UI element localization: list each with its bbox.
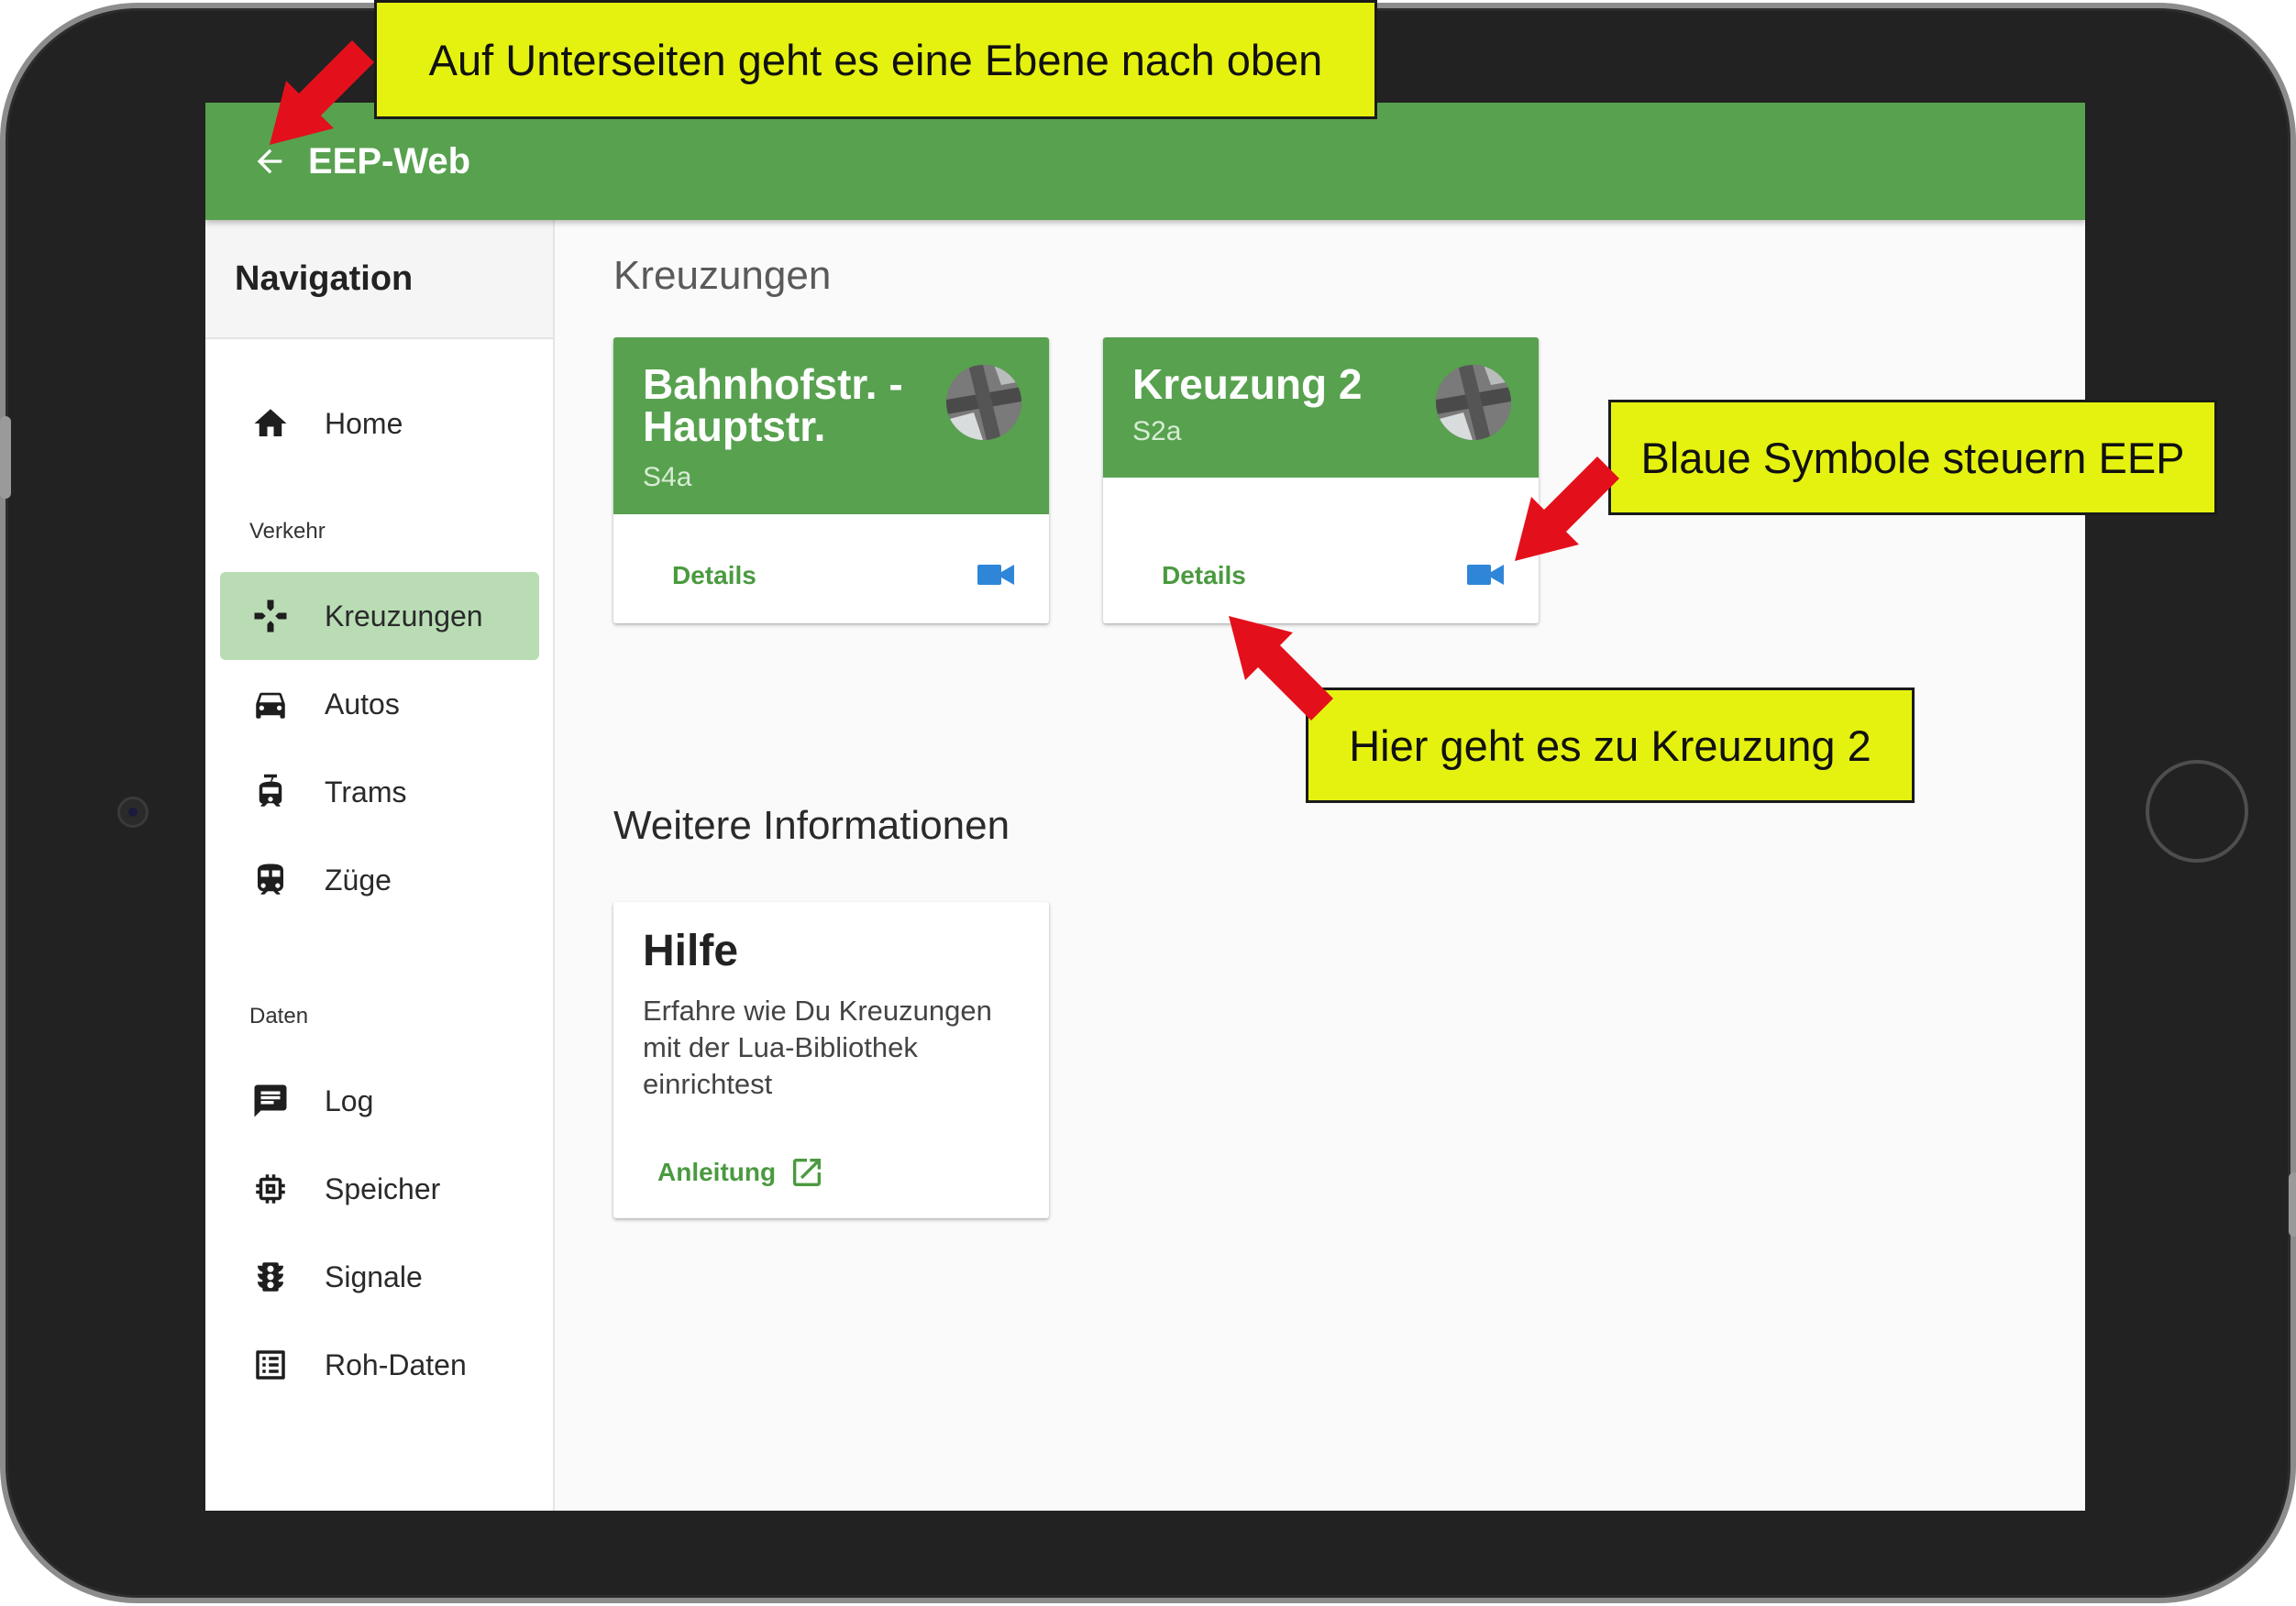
sidebar-item-roh-daten[interactable]: Roh-Daten bbox=[220, 1321, 539, 1409]
video-camera-icon[interactable] bbox=[977, 563, 1014, 587]
help-text: Erfahre wie Du Kreuzungen mit der Lua-Bi… bbox=[643, 995, 992, 1100]
card-actions: Details bbox=[613, 522, 1049, 623]
sidebar: Navigation Home Verkehr Kreuzungen Autos… bbox=[205, 220, 555, 1511]
sidebar-item-label: Home bbox=[325, 406, 403, 440]
card-header: Bahnhofstr. - Hauptstr. S4a bbox=[613, 337, 1049, 514]
sidebar-item-autos[interactable]: Autos bbox=[220, 660, 539, 748]
crossing-icon bbox=[254, 600, 287, 632]
open-in-new-icon bbox=[793, 1159, 822, 1186]
section-label-traffic: Verkehr bbox=[249, 519, 326, 544]
sidebar-item-label: Kreuzungen bbox=[325, 599, 483, 632]
crossings-section-title: Kreuzungen bbox=[613, 253, 832, 298]
home-button[interactable] bbox=[2146, 760, 2248, 863]
sidebar-item-label: Züge bbox=[325, 863, 392, 896]
car-icon bbox=[256, 692, 285, 719]
crossing-thumbnail bbox=[1436, 365, 1511, 440]
details-button[interactable]: Details bbox=[1162, 561, 1246, 590]
details-button[interactable]: Details bbox=[672, 561, 756, 590]
train-icon bbox=[258, 864, 283, 895]
video-camera-icon[interactable] bbox=[1467, 563, 1504, 587]
sidebar-item-trams[interactable]: Trams bbox=[220, 748, 539, 836]
card-subtitle: S4a bbox=[643, 462, 692, 492]
power-button bbox=[2289, 1172, 2296, 1237]
card-title: Bahnhofstr. - Hauptstr. bbox=[643, 360, 903, 450]
memory-chip-icon bbox=[256, 1174, 285, 1204]
sidebar-header: Navigation bbox=[205, 220, 553, 339]
sidebar-item-label: Log bbox=[325, 1084, 374, 1117]
sidebar-item-signale[interactable]: Signale bbox=[220, 1233, 539, 1321]
tram-icon bbox=[259, 774, 282, 807]
sidebar-item-zuege[interactable]: Züge bbox=[220, 836, 539, 924]
home-icon bbox=[254, 409, 287, 436]
callout-back-navigation: Auf Unterseiten geht es eine Ebene nach … bbox=[374, 0, 1377, 119]
guide-link[interactable]: Anleitung bbox=[657, 1154, 825, 1191]
red-arrow-back bbox=[270, 40, 374, 145]
more-info-section-title: Weitere Informationen bbox=[613, 803, 1010, 848]
guide-link-label: Anleitung bbox=[657, 1158, 777, 1186]
red-arrow-camera bbox=[1515, 456, 1619, 561]
front-camera bbox=[117, 797, 149, 828]
callout-details: Hier geht es zu Kreuzung 2 bbox=[1306, 688, 1915, 803]
sidebar-item-label: Signale bbox=[325, 1260, 423, 1293]
sidebar-item-label: Trams bbox=[325, 775, 407, 808]
sidebar-item-speicher[interactable]: Speicher bbox=[220, 1145, 539, 1233]
callout-blue-symbols: Blaue Symbole steuern EEP bbox=[1608, 400, 2217, 515]
sidebar-item-home[interactable]: Home bbox=[220, 380, 539, 468]
screen: EEP-Web Navigation Home Verkehr Kreuzung… bbox=[205, 103, 2085, 1511]
section-label-data: Daten bbox=[249, 1004, 309, 1028]
sidebar-item-kreuzungen[interactable]: Kreuzungen bbox=[220, 572, 539, 660]
volume-button bbox=[0, 416, 11, 499]
help-card: Hilfe Erfahre wie Du Kreuzungen mit der … bbox=[613, 902, 1049, 1218]
message-icon bbox=[254, 1084, 287, 1117]
arrow-left-icon[interactable] bbox=[251, 143, 288, 180]
crossing-thumbnail-image bbox=[946, 365, 1021, 440]
card-header: Kreuzung 2 S2a bbox=[1103, 337, 1539, 478]
red-arrow-details bbox=[1229, 616, 1333, 720]
sidebar-item-label: Roh-Daten bbox=[325, 1348, 467, 1381]
app-bar: EEP-Web bbox=[205, 103, 2085, 220]
traffic-light-icon bbox=[258, 1262, 283, 1292]
sidebar-item-log[interactable]: Log bbox=[220, 1057, 539, 1145]
card-title: Kreuzung 2 bbox=[1132, 360, 1363, 408]
sidebar-item-label: Autos bbox=[325, 687, 400, 720]
crossing-card: Kreuzung 2 S2a Details bbox=[1103, 337, 1539, 623]
sidebar-item-label: Speicher bbox=[325, 1172, 441, 1205]
crossing-thumbnail bbox=[946, 365, 1021, 440]
crossing-thumbnail-image bbox=[1436, 365, 1511, 440]
help-title: Hilfe bbox=[643, 927, 739, 975]
list-icon bbox=[256, 1350, 285, 1380]
crossing-card: Bahnhofstr. - Hauptstr. S4a Details bbox=[613, 337, 1049, 623]
